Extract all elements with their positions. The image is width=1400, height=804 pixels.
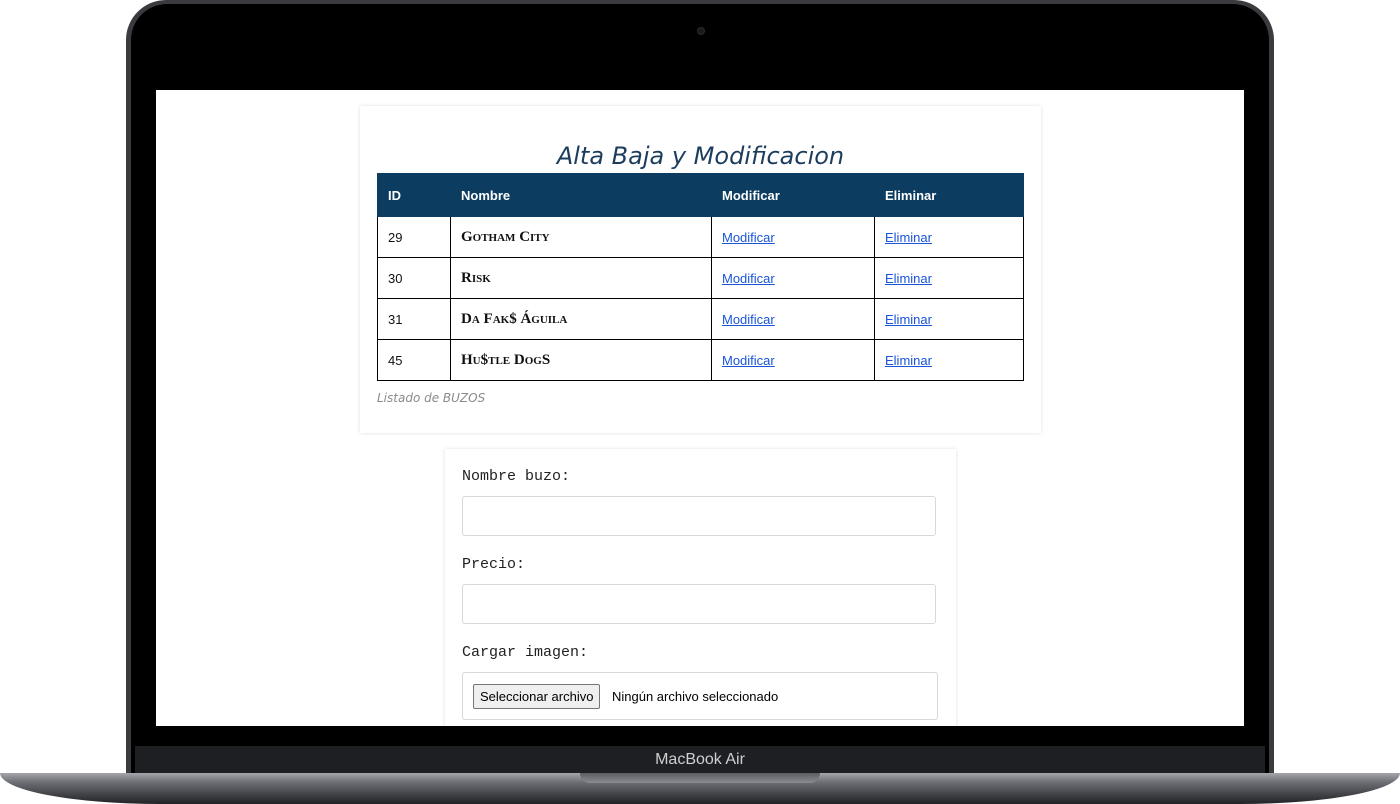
column-header-eliminar: Eliminar bbox=[874, 173, 1024, 217]
modificar-link[interactable]: Modificar bbox=[722, 230, 775, 245]
cell-eliminar: Eliminar bbox=[874, 216, 1024, 258]
cell-modificar: Modificar bbox=[711, 339, 875, 381]
eliminar-link[interactable]: Eliminar bbox=[885, 230, 932, 245]
table-row: 30 Risk Modificar Eliminar bbox=[377, 257, 1024, 299]
cell-eliminar: Eliminar bbox=[874, 339, 1024, 381]
cell-modificar: Modificar bbox=[711, 257, 875, 299]
precio-input[interactable] bbox=[462, 584, 936, 624]
table-row: 45 Hu$tle DogS Modificar Eliminar bbox=[377, 339, 1024, 381]
choose-file-button[interactable]: Seleccionar archivo bbox=[473, 684, 601, 709]
modificar-link[interactable]: Modificar bbox=[722, 271, 775, 286]
column-header-id: ID bbox=[377, 173, 451, 217]
laptop-notch bbox=[580, 773, 820, 783]
eliminar-link[interactable]: Eliminar bbox=[885, 312, 932, 327]
modificar-link[interactable]: Modificar bbox=[722, 312, 775, 327]
cell-id: 30 bbox=[377, 257, 451, 299]
eliminar-link[interactable]: Eliminar bbox=[885, 271, 932, 286]
camera-icon bbox=[697, 27, 705, 35]
cell-id: 45 bbox=[377, 339, 451, 381]
file-status: Ningún archivo seleccionado bbox=[612, 689, 779, 704]
listing-card: Alta Baja y Modificacion ID Nombre Modif… bbox=[360, 106, 1041, 433]
cell-eliminar: Eliminar bbox=[874, 298, 1024, 340]
precio-label: Precio: bbox=[462, 556, 526, 573]
nombre-input[interactable] bbox=[462, 496, 936, 536]
cell-modificar: Modificar bbox=[711, 298, 875, 340]
table-header-row: ID Nombre Modificar Eliminar bbox=[377, 173, 1024, 217]
file-input: Seleccionar archivo Ningún archivo selec… bbox=[462, 672, 938, 720]
table-row: 31 Da Fak$ Águila Modificar Eliminar bbox=[377, 298, 1024, 340]
nombre-label: Nombre buzo: bbox=[462, 468, 571, 485]
modificar-link[interactable]: Modificar bbox=[722, 353, 775, 368]
cell-modificar: Modificar bbox=[711, 216, 875, 258]
browser-viewport: Alta Baja y Modificacion ID Nombre Modif… bbox=[156, 90, 1244, 726]
page-title: Alta Baja y Modificacion bbox=[556, 142, 845, 170]
imagen-label: Cargar imagen: bbox=[462, 644, 589, 661]
cell-nombre: Hu$tle DogS bbox=[450, 339, 712, 381]
buzos-table: ID Nombre Modificar Eliminar 29 Gotham C… bbox=[377, 173, 1024, 381]
column-header-nombre: Nombre bbox=[450, 173, 712, 217]
cell-id: 31 bbox=[377, 298, 451, 340]
column-header-modificar: Modificar bbox=[711, 173, 875, 217]
table-row: 29 Gotham City Modificar Eliminar bbox=[377, 216, 1024, 258]
cell-nombre: Da Fak$ Águila bbox=[450, 298, 712, 340]
cell-id: 29 bbox=[377, 216, 451, 258]
model-label: MacBook Air bbox=[655, 751, 745, 768]
cell-nombre: Gotham City bbox=[450, 216, 712, 258]
eliminar-link[interactable]: Eliminar bbox=[885, 353, 932, 368]
buzo-form: Nombre buzo: Precio: Cargar imagen: Sele… bbox=[445, 449, 956, 726]
cell-nombre: Risk bbox=[450, 257, 712, 299]
table-caption: Listado de BUZOS bbox=[377, 391, 486, 405]
cell-eliminar: Eliminar bbox=[874, 257, 1024, 299]
